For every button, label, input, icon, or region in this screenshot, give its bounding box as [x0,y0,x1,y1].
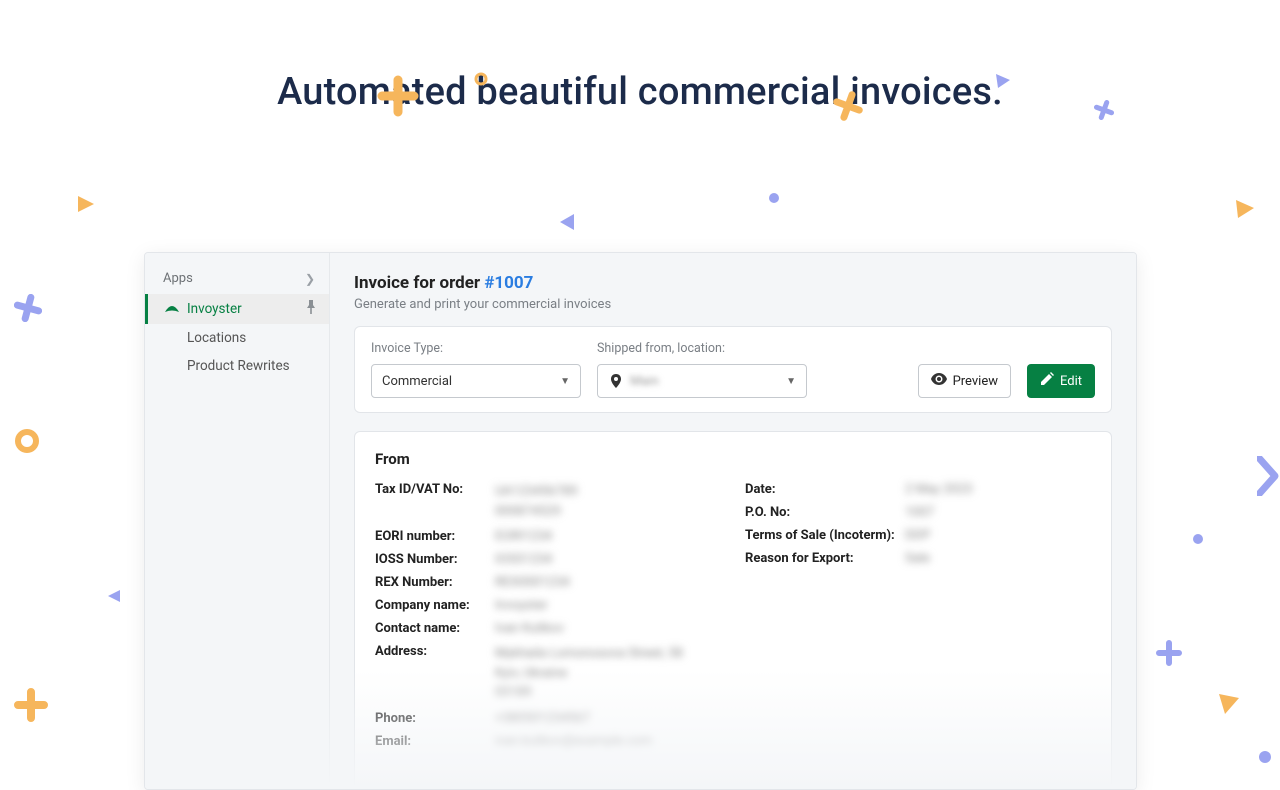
label-reason: Reason for Export: [745,551,905,566]
edit-button-label: Edit [1060,374,1082,389]
location-label: Shipped from, location: [597,341,807,356]
invoice-type-select[interactable]: Commercial ▼ [371,364,581,398]
value-company: Invoyster [495,598,548,613]
sidebar-item-label: Locations [187,330,246,346]
location-select[interactable]: Main ▼ [597,364,807,398]
app-frame: Apps ❯ Invoyster Locations Product Rewri… [144,252,1137,790]
sidebar-item-invoyster[interactable]: Invoyster [145,294,329,324]
value-eori: EORI1234 [495,529,552,544]
label-tax-id: Tax ID/VAT No: [375,482,495,497]
hero-title: Automated beautiful commercial invoices. [0,70,1280,114]
circle-decoration [12,426,42,456]
label-incoterm: Terms of Sale (Incoterm): [745,528,905,543]
value-incoterm: DDP [905,528,930,543]
edit-button[interactable]: Edit [1027,364,1095,398]
label-ioss: IOSS Number: [375,552,495,567]
sidebar-item-label: Product Rewrites [187,358,290,374]
label-email: Email: [375,734,495,749]
from-heading: From [375,450,1091,468]
sidebar: Apps ❯ Invoyster Locations Product Rewri… [145,253,330,789]
dot-decoration [1192,533,1204,545]
label-po: P.O. No: [745,505,905,520]
eye-icon [931,373,947,389]
label-company: Company name: [375,598,495,613]
triangle-decoration [74,192,96,214]
value-date: 2 May 2023 [905,482,972,497]
app-icon [163,302,181,316]
value-ioss: IOSS1234 [495,552,552,567]
triangle-decoration [556,210,578,232]
label-date: Date: [745,482,905,497]
pencil-icon [1040,372,1054,390]
triangle-decoration [1232,196,1256,220]
page-subtitle: Generate and print your commercial invoi… [354,297,1112,312]
sidebar-header[interactable]: Apps ❯ [145,263,329,294]
plus-decoration [14,294,42,322]
value-reason: Sale [905,551,930,566]
caret-down-icon: ▼ [560,376,570,387]
label-contact: Contact name: [375,621,495,636]
location-value: Main [630,374,659,389]
triangle-decoration [104,586,122,604]
chevron-decoration [1257,456,1279,496]
main-content: Invoice for order #1007 Generate and pri… [330,253,1136,789]
plus-decoration [14,688,48,722]
preview-button-label: Preview [953,374,998,389]
page-title: Invoice for order #1007 [354,273,1112,293]
pin-icon[interactable] [305,300,317,318]
value-rex: REX0001234 [495,575,570,590]
invoice-type-label: Invoice Type: [371,341,581,356]
value-contact: Ivan Kulikov [495,621,564,636]
value-phone: +380501234567 [495,711,590,726]
page-title-prefix: Invoice for order [354,273,484,293]
sidebar-item-locations[interactable]: Locations [145,324,329,352]
triangle-decoration [1215,690,1241,716]
label-phone: Phone: [375,711,495,726]
from-card: From Tax ID/VAT No:UA123456789000874529 … [354,431,1112,789]
sidebar-item-label: Invoyster [187,301,242,317]
sidebar-header-label: Apps [163,271,193,286]
from-left-column: Tax ID/VAT No:UA123456789000874529 EORI … [375,482,721,757]
from-right-column: Date:2 May 2023 P.O. No:1007 Terms of Sa… [745,482,1091,757]
controls-panel: Invoice Type: Commercial ▼ Shipped from,… [354,326,1112,413]
sidebar-item-product-rewrites[interactable]: Product Rewrites [145,352,329,380]
label-address: Address: [375,644,495,659]
value-address: Mykhaila Lomonosova Street, 58Kyiv, Ukra… [495,644,683,703]
preview-button[interactable]: Preview [918,364,1011,398]
location-field: Shipped from, location: Main ▼ [597,341,807,398]
value-email: ivan.kulikov@example.com [495,734,652,749]
dot-decoration [768,192,780,204]
value-tax-id: UA123456789000874529 [495,482,578,521]
plus-decoration [1156,640,1182,666]
invoice-type-value: Commercial [382,374,452,389]
location-pin-icon [608,373,624,389]
label-rex: REX Number: [375,575,495,590]
dot-decoration [1258,750,1272,764]
caret-down-icon: ▼ [786,376,796,387]
value-po: 1007 [905,505,934,520]
chevron-right-icon: ❯ [305,272,315,286]
label-eori: EORI number: [375,529,495,544]
invoice-type-field: Invoice Type: Commercial ▼ [371,341,581,398]
order-link[interactable]: #1007 [484,273,533,293]
